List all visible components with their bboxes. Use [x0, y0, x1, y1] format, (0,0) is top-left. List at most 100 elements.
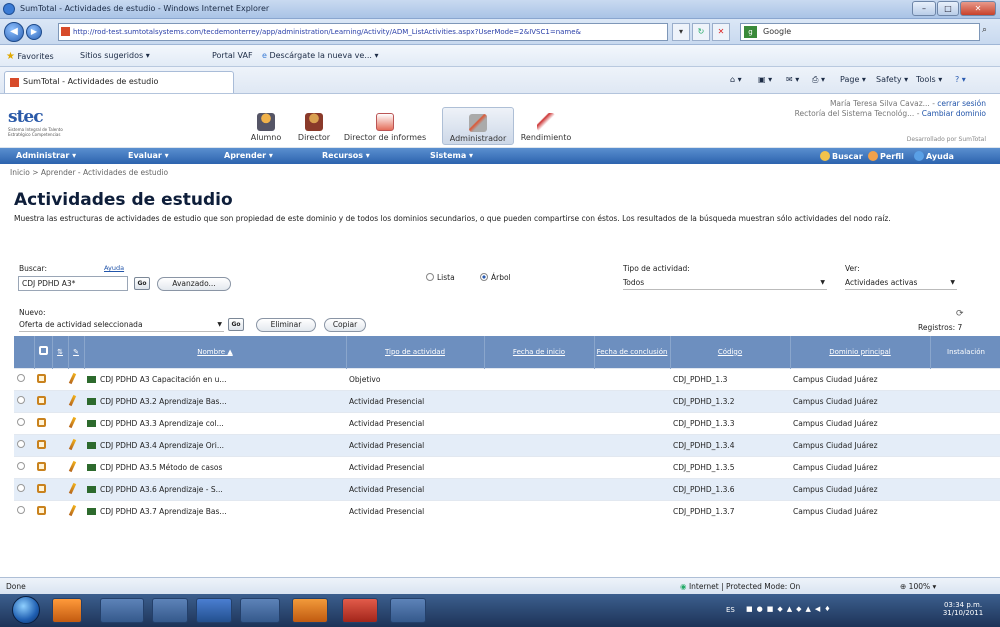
row-preview[interactable] — [34, 455, 52, 478]
table-row[interactable]: CDJ PDHD A3.2 Aprendizaje Bas... Activida… — [14, 389, 1000, 412]
cell-nombre[interactable]: CDJ PDHD A3.6 Aprendizaje - S... — [84, 477, 346, 500]
table-row[interactable]: CDJ PDHD A3.6 Aprendizaje - S... Activida… — [14, 477, 1000, 500]
row-preview[interactable] — [34, 477, 52, 500]
ie-taskbar-icon[interactable] — [100, 598, 144, 623]
type-select[interactable]: Todos ▼ — [623, 276, 827, 290]
start-button[interactable] — [12, 596, 40, 624]
feeds-icon[interactable]: ▣ ▾ — [758, 75, 772, 84]
col-dominio[interactable]: Dominio principal — [790, 336, 931, 368]
row-edit[interactable] — [68, 411, 84, 434]
media-player-taskbar-icon[interactable] — [390, 598, 426, 623]
search-input[interactable]: CDJ PDHD A3* — [18, 276, 128, 291]
explorer-taskbar-icon[interactable] — [152, 598, 188, 623]
copy-button[interactable]: Copiar — [324, 318, 366, 332]
role-alumno[interactable]: Alumno — [248, 113, 284, 142]
advanced-button[interactable]: Avanzado... — [157, 277, 231, 291]
word-taskbar-icon[interactable] — [196, 598, 232, 623]
view-tree-radio[interactable]: Árbol — [480, 273, 511, 282]
delete-button[interactable]: Eliminar — [256, 318, 316, 332]
row-preview[interactable] — [34, 433, 52, 456]
table-row[interactable]: CDJ PDHD A3.4 Aprendizaje Ori... Activida… — [14, 433, 1000, 456]
minimize-button[interactable]: – — [912, 1, 936, 16]
col-codigo[interactable]: Código — [670, 336, 791, 368]
col-fecha-conclusion[interactable]: Fecha de conclusión — [594, 336, 671, 368]
favorites-button[interactable]: ★ Favorites — [6, 51, 54, 62]
row-select-radio[interactable] — [14, 389, 34, 412]
refresh-records-icon[interactable]: ⟳ — [956, 309, 964, 319]
menu-aprender[interactable]: Aprender ▾ — [224, 151, 273, 160]
change-domain-link[interactable]: Cambiar dominio — [922, 109, 986, 118]
menu-administrar[interactable]: Administrar ▾ — [16, 151, 76, 160]
row-select-radio[interactable] — [14, 477, 34, 500]
ver-select[interactable]: Actividades activas ▼ — [845, 276, 957, 290]
mail-icon[interactable]: ✉ ▾ — [786, 75, 799, 84]
col-tipo[interactable]: Tipo de actividad — [346, 336, 485, 368]
powerpoint-taskbar-icon[interactable] — [292, 598, 328, 623]
row-edit[interactable] — [68, 389, 84, 412]
row-preview[interactable] — [34, 389, 52, 412]
outlook-taskbar-icon[interactable] — [52, 598, 82, 623]
language-indicator[interactable]: ES — [726, 606, 735, 614]
refresh-icon[interactable]: ↻ — [692, 23, 710, 41]
table-row[interactable]: CDJ PDHD A3.3 Aprendizaje col... Activida… — [14, 411, 1000, 434]
logo[interactable]: stec Sistema Integral de Talento Estraté… — [8, 107, 66, 137]
menu-buscar[interactable]: Buscar — [820, 151, 863, 161]
role-director[interactable]: Director — [294, 113, 334, 142]
suggested-sites-link[interactable]: Sitios sugeridos ▾ — [80, 51, 150, 60]
row-edit[interactable] — [68, 477, 84, 500]
logout-link[interactable]: cerrar sesión — [937, 99, 986, 108]
menu-evaluar[interactable]: Evaluar ▾ — [128, 151, 169, 160]
col-fecha-inicio[interactable]: Fecha de inicio — [484, 336, 595, 368]
close-button[interactable]: ✕ — [960, 1, 996, 16]
clock[interactable]: 03:34 p.m. 31/10/2011 — [934, 601, 992, 617]
cell-nombre[interactable]: CDJ PDHD A3.7 Aprendizaje Bas... — [84, 499, 346, 522]
search-engine-box[interactable]: g Google — [740, 23, 980, 41]
help-link[interactable]: Ayuda — [104, 264, 124, 272]
portal-link[interactable]: Portal VAF — [212, 51, 253, 60]
table-row[interactable]: CDJ PDHD A3.7 Aprendizaje Bas... Activida… — [14, 499, 1000, 522]
cell-nombre[interactable]: CDJ PDHD A3.3 Aprendizaje col... — [84, 411, 346, 434]
row-select-radio[interactable] — [14, 411, 34, 434]
row-edit[interactable] — [68, 499, 84, 522]
row-edit[interactable] — [68, 367, 84, 390]
cell-nombre[interactable]: CDJ PDHD A3 Capacitación en u... — [84, 367, 346, 390]
role-rendimiento[interactable]: Rendimiento — [518, 113, 574, 142]
search-go-button[interactable]: Go — [134, 277, 150, 290]
safety-menu[interactable]: Safety ▾ — [876, 75, 908, 84]
new-go-button[interactable]: Go — [228, 318, 244, 331]
cell-nombre[interactable]: CDJ PDHD A3.4 Aprendizaje Ori... — [84, 433, 346, 456]
home-icon[interactable]: ⌂ ▾ — [730, 75, 742, 84]
table-row[interactable]: CDJ PDHD A3 Capacitación en u... Objetivo… — [14, 367, 1000, 390]
msn-taskbar-icon[interactable] — [240, 598, 280, 623]
maximize-button[interactable]: □ — [937, 1, 959, 16]
view-list-radio[interactable]: Lista — [426, 273, 455, 282]
tray-icons[interactable]: ■●■◆▲◆▲◀♦ — [746, 605, 835, 613]
row-edit[interactable] — [68, 455, 84, 478]
zoom-level[interactable]: ⊕ 100% ▾ — [900, 582, 936, 591]
help-icon[interactable]: ? ▾ — [955, 75, 966, 84]
stop-icon[interactable]: ✕ — [712, 23, 730, 41]
browser-tab[interactable]: SumTotal - Actividades de estudio — [4, 71, 234, 93]
role-administrador[interactable]: Administrador — [442, 107, 514, 145]
forward-button[interactable]: ▶ — [26, 24, 42, 40]
page-menu[interactable]: Page ▾ — [840, 75, 866, 84]
photoshop-taskbar-icon[interactable] — [342, 598, 378, 623]
tools-menu[interactable]: Tools ▾ — [916, 75, 942, 84]
menu-recursos[interactable]: Recursos ▾ — [322, 151, 370, 160]
row-select-radio[interactable] — [14, 367, 34, 390]
download-link[interactable]: e Descárgate la nueva ve... ▾ — [262, 51, 379, 60]
row-edit[interactable] — [68, 433, 84, 456]
print-icon[interactable]: ⎙ ▾ — [812, 75, 825, 85]
cell-nombre[interactable]: CDJ PDHD A3.2 Aprendizaje Bas... — [84, 389, 346, 412]
col-nombre[interactable]: Nombre ▲ — [84, 336, 347, 368]
back-button[interactable]: ◀ — [4, 22, 24, 42]
security-zone[interactable]: ◉ Internet | Protected Mode: On — [680, 582, 800, 591]
row-select-radio[interactable] — [14, 499, 34, 522]
dropdown-icon[interactable]: ▾ — [672, 23, 690, 41]
row-select-radio[interactable] — [14, 433, 34, 456]
row-preview[interactable] — [34, 411, 52, 434]
row-preview[interactable] — [34, 367, 52, 390]
role-director-informes[interactable]: Director de informes — [340, 113, 430, 142]
new-select[interactable]: Oferta de actividad seleccionada ▼ — [19, 318, 224, 332]
address-bar[interactable]: http://rod-test.sumtotalsystems.com/tecd… — [58, 23, 668, 41]
